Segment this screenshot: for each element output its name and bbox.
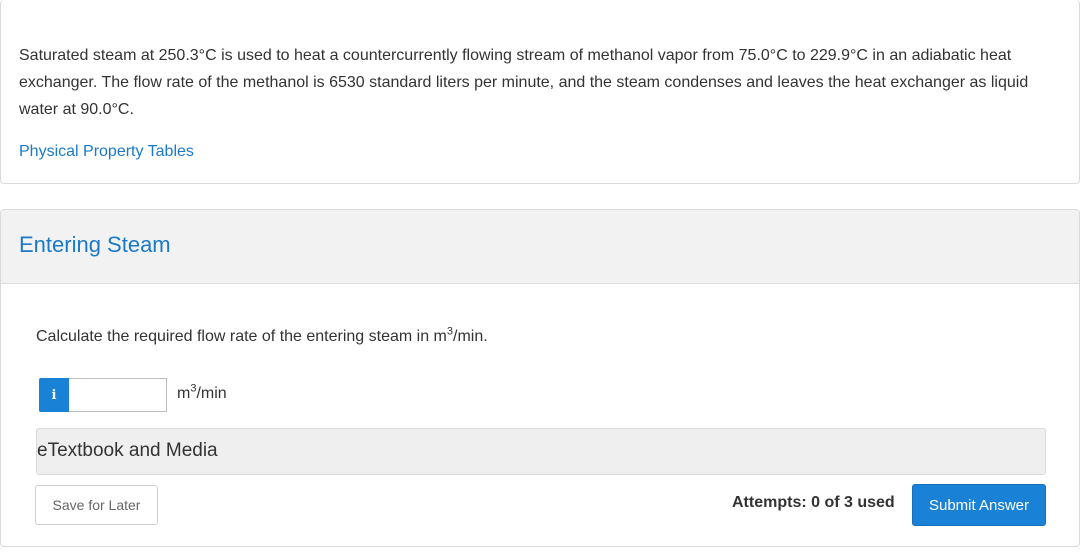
submit-answer-button[interactable]: Submit Answer (912, 484, 1046, 526)
info-icon[interactable]: i (39, 378, 69, 412)
part-title: Entering Steam (19, 232, 171, 257)
question-card: Entering Steam Calculate the required fl… (0, 209, 1080, 547)
attempts-counter: Attempts: 0 of 3 used (732, 494, 895, 511)
question-card-header: Entering Steam (1, 210, 1079, 284)
question-text: Calculate the required flow rate of the … (36, 326, 488, 346)
question-prefix: Calculate the required flow rate of the … (36, 328, 447, 345)
answer-input[interactable] (69, 378, 167, 412)
problem-statement: Saturated steam at 250.3°C is used to he… (19, 47, 1029, 118)
physical-property-tables-link[interactable]: Physical Property Tables (19, 143, 194, 161)
etextbook-media-bar[interactable]: eTextbook and Media (36, 428, 1046, 475)
etextbook-media-label: eTextbook and Media (37, 440, 218, 461)
unit-label: m3/min (177, 383, 227, 403)
save-for-later-button[interactable]: Save for Later (35, 485, 158, 525)
unit-base: m (177, 385, 191, 402)
problem-card: Saturated steam at 250.3°C is used to he… (0, 0, 1080, 184)
question-suffix: /min. (453, 328, 488, 345)
unit-suffix: /min (196, 385, 227, 402)
